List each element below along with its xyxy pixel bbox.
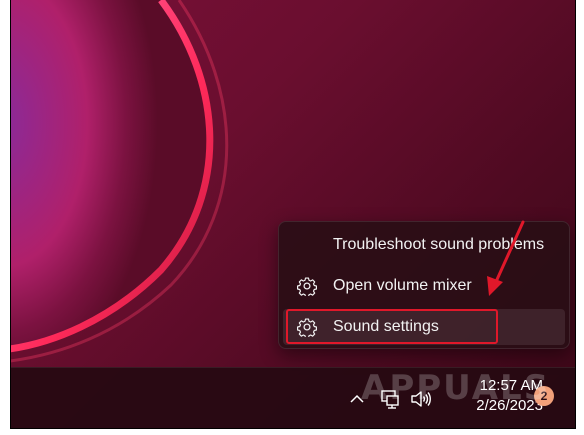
gear-icon [297, 277, 317, 296]
desktop-screen: Troubleshoot sound problems Open volume … [10, 0, 576, 429]
network-button[interactable] [376, 368, 404, 428]
sound-context-menu: Troubleshoot sound problems Open volume … [278, 221, 570, 349]
volume-icon [411, 390, 431, 407]
clock-date: 2/26/2023 [476, 397, 543, 414]
notification-badge[interactable]: 2 [534, 386, 554, 406]
chevron-up-icon [350, 394, 364, 403]
show-hidden-icons-button[interactable] [344, 368, 370, 428]
taskbar-clock[interactable]: 12:57 AM 2/26/2023 [443, 376, 543, 420]
menu-item-label: Open volume mixer [333, 277, 472, 294]
taskbar: 12:57 AM 2/26/2023 [11, 367, 575, 428]
menu-item-label: Troubleshoot sound problems [333, 236, 545, 253]
menu-item-open-volume-mixer[interactable]: Open volume mixer [283, 268, 565, 304]
volume-button[interactable] [406, 368, 434, 428]
network-icon [381, 389, 399, 409]
gear-icon [297, 318, 317, 337]
menu-item-label: Sound settings [333, 318, 439, 335]
menu-item-troubleshoot-sound[interactable]: Troubleshoot sound problems [283, 227, 565, 263]
menu-item-sound-settings[interactable]: Sound settings [283, 309, 565, 345]
clock-time: 12:57 AM [479, 377, 543, 394]
